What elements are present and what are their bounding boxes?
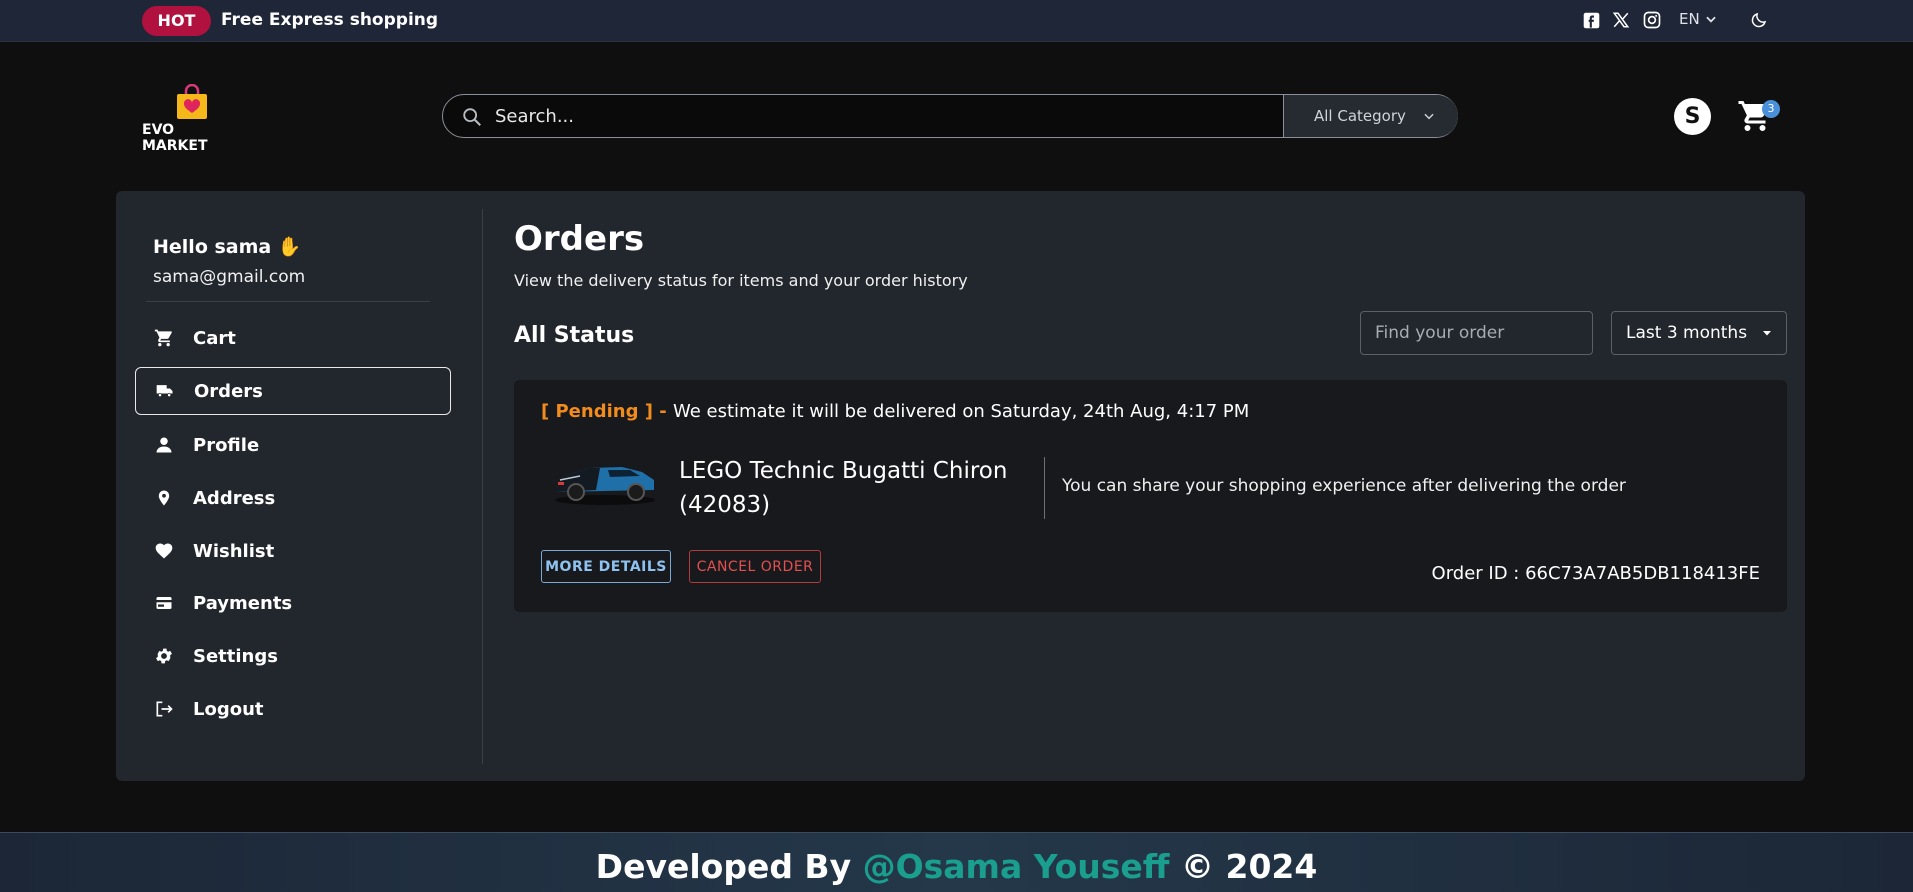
author-link[interactable]: @Osama Youseff: [863, 847, 1170, 886]
top-bar: HOT Free Express shopping EN: [0, 0, 1913, 42]
cart-button[interactable]: 3: [1737, 98, 1780, 134]
promo-text: Free Express shopping: [221, 10, 439, 30]
delivery-estimate: We estimate it will be delivered on Satu…: [672, 401, 1250, 422]
logo[interactable]: EVO MARKET: [142, 84, 242, 154]
product-name[interactable]: LEGO Technic Bugatti Chiron (42083): [679, 454, 1024, 522]
truck-icon: [154, 380, 176, 402]
greeting: Hello sama ✋: [153, 236, 302, 258]
period-label: Last 3 months: [1626, 323, 1748, 343]
footer-credit: Developed By @Osama Youseff © 2024: [0, 833, 1913, 892]
chevron-down-icon: [1706, 16, 1716, 23]
cart-icon: [153, 327, 175, 349]
page-subtitle: View the delivery status for items and y…: [514, 271, 968, 290]
sidebar-item-profile[interactable]: Profile: [135, 421, 451, 469]
gear-icon: [153, 645, 175, 667]
shopping-bag-icon: [177, 84, 207, 119]
page-title: Orders: [514, 219, 645, 259]
sidebar-item-label: Settings: [193, 645, 278, 667]
divider: [146, 301, 430, 302]
cancel-order-button[interactable]: CANCEL ORDER: [689, 550, 821, 583]
sidebar-divider: [482, 209, 483, 764]
status-filter-title: All Status: [514, 323, 635, 348]
period-select[interactable]: Last 3 months: [1611, 311, 1787, 355]
category-label: All Category: [1314, 107, 1406, 125]
sidebar-item-settings[interactable]: Settings: [135, 632, 451, 680]
sidebar-item-label: Address: [193, 487, 276, 509]
order-status-line: [ Pending ] - We estimate it will be del…: [541, 401, 1249, 422]
order-id: Order ID : 66C73A7AB5DB118413FE: [1431, 563, 1760, 584]
sidebar-item-payments[interactable]: Payments: [135, 579, 451, 627]
sidebar-item-cart[interactable]: Cart: [135, 314, 451, 362]
find-order-input[interactable]: [1360, 311, 1593, 355]
category-dropdown[interactable]: All Category: [1283, 95, 1458, 137]
footer-suffix: © 2024: [1169, 847, 1318, 886]
sidebar-item-label: Orders: [194, 380, 263, 402]
facebook-icon[interactable]: [1581, 10, 1601, 30]
avatar[interactable]: S: [1674, 98, 1711, 135]
account-sidebar: Hello sama ✋ sama@gmail.com Cart Orders …: [116, 191, 483, 781]
user-email: sama@gmail.com: [153, 267, 306, 287]
footer: Developed By @Osama Youseff © 2024: [0, 832, 1913, 892]
heart-icon: [153, 540, 175, 562]
credit-card-icon: [153, 592, 175, 614]
location-pin-icon: [153, 487, 175, 509]
instagram-icon[interactable]: [1642, 10, 1662, 30]
sidebar-item-label: Logout: [193, 698, 264, 720]
sidebar-item-label: Payments: [193, 592, 293, 614]
cart-count-badge: 3: [1762, 100, 1780, 118]
review-note: You can share your shopping experience a…: [1062, 476, 1626, 496]
sidebar-item-label: Profile: [193, 434, 260, 456]
footer-prefix: Developed By: [595, 847, 863, 886]
sidebar-item-label: Cart: [193, 327, 236, 349]
search-icon: [463, 108, 481, 126]
chevron-down-icon: [1424, 113, 1434, 120]
product-image[interactable]: [550, 450, 660, 508]
logo-text: EVO MARKET: [142, 122, 208, 154]
moon-icon[interactable]: [1749, 10, 1769, 30]
logout-icon: [153, 698, 175, 720]
caret-down-icon: [1763, 331, 1772, 336]
language-selector[interactable]: EN: [1679, 10, 1718, 28]
sidebar-item-wishlist[interactable]: Wishlist: [135, 527, 451, 575]
sidebar-item-logout[interactable]: Logout: [135, 685, 451, 733]
status-badge: [ Pending ]: [541, 401, 653, 422]
sidebar-item-label: Wishlist: [193, 540, 275, 562]
search-bar: All Category: [442, 94, 1458, 138]
status-separator: -: [652, 401, 673, 422]
hot-badge: HOT: [142, 6, 211, 36]
sidebar-item-orders[interactable]: Orders: [135, 367, 451, 415]
language-label: EN: [1679, 10, 1700, 28]
account-panel: Hello sama ✋ sama@gmail.com Cart Orders …: [116, 191, 1805, 781]
more-details-button[interactable]: MORE DETAILS: [541, 550, 671, 583]
product-divider: [1044, 457, 1045, 519]
x-icon[interactable]: [1611, 10, 1631, 30]
person-icon: [153, 434, 175, 456]
sidebar-item-address[interactable]: Address: [135, 474, 451, 522]
search-input[interactable]: [495, 103, 1265, 129]
